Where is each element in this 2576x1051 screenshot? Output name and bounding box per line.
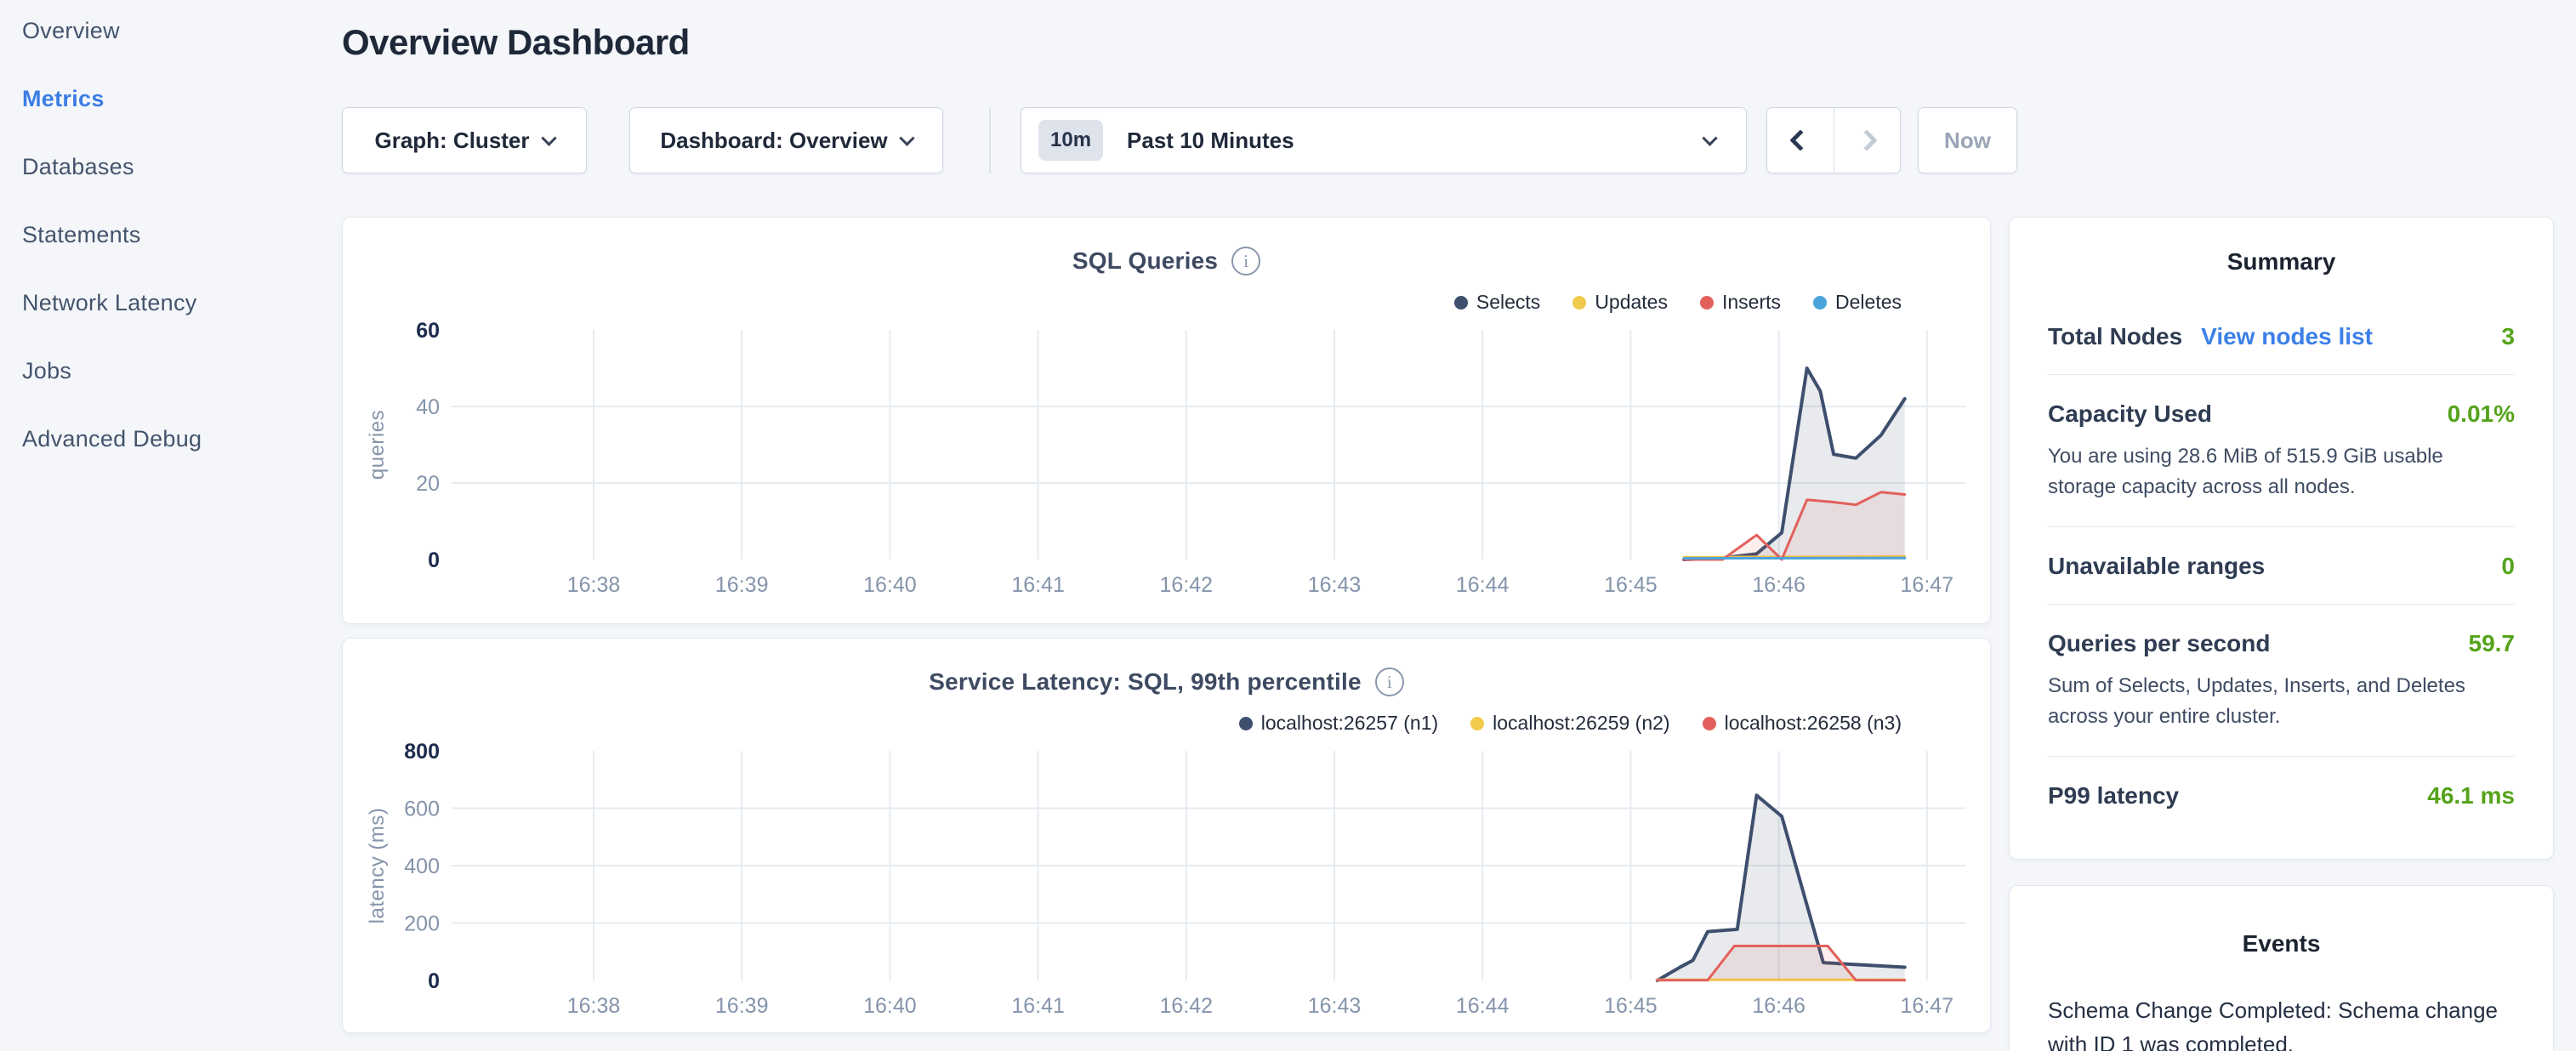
page-title: Overview Dashboard — [342, 22, 690, 63]
svg-text:16:42: 16:42 — [1160, 994, 1214, 1018]
summary-row-p99-latency: P99 latency 46.1 ms — [2048, 757, 2515, 833]
summary-value: 0 — [2501, 553, 2515, 580]
summary-label: Capacity Used — [2048, 401, 2212, 428]
svg-text:16:46: 16:46 — [1752, 994, 1805, 1018]
app-root: Overview Metrics Databases Statements Ne… — [0, 0, 2576, 1051]
svg-text:40: 40 — [416, 395, 440, 419]
controls-bar: Graph: Cluster Dashboard: Overview 10m P… — [342, 107, 2017, 173]
summary-panel: Summary Total Nodes View nodes list 3 Ca… — [2009, 217, 2554, 860]
svg-text:16:44: 16:44 — [1456, 994, 1510, 1018]
summary-description: You are using 28.6 MiB of 515.9 GiB usab… — [2048, 441, 2515, 503]
sidebar-item-network-latency[interactable]: Network Latency — [22, 291, 340, 315]
sidebar-item-advanced-debug[interactable]: Advanced Debug — [22, 427, 340, 451]
controls-divider — [989, 107, 991, 173]
charts-column: SQL Queries SelectsUpdatesInsertsDeletes… — [342, 217, 1991, 1033]
svg-text:16:38: 16:38 — [567, 573, 621, 597]
summary-row-total-nodes: Total Nodes View nodes list 3 — [2048, 298, 2515, 375]
svg-text:0: 0 — [428, 969, 440, 993]
svg-text:16:47: 16:47 — [1901, 573, 1954, 597]
summary-heading: Summary — [2048, 248, 2515, 276]
range-label: Past 10 Minutes — [1127, 128, 1294, 154]
svg-text:16:42: 16:42 — [1160, 573, 1214, 597]
svg-text:16:40: 16:40 — [863, 573, 917, 597]
svg-text:16:43: 16:43 — [1308, 573, 1362, 597]
svg-text:16:41: 16:41 — [1011, 573, 1065, 597]
summary-row-queries-per-second: Queries per second 59.7 Sum of Selects, … — [2048, 605, 2515, 757]
summary-label: Unavailable ranges — [2048, 553, 2265, 580]
sql-queries-plot[interactable]: 16:38 16:39 16:40 16:41 16:42 16:43 16:44 16:45… — [343, 218, 1990, 623]
sidebar-item-jobs[interactable]: Jobs — [22, 359, 340, 383]
svg-text:16:43: 16:43 — [1308, 994, 1362, 1018]
svg-text:16:45: 16:45 — [1604, 994, 1658, 1018]
summary-description: Sum of Selects, Updates, Inserts, and De… — [2048, 671, 2515, 732]
svg-text:16:45: 16:45 — [1604, 573, 1658, 597]
next-range-button[interactable] — [1834, 108, 1901, 173]
right-column: Summary Total Nodes View nodes list 3 Ca… — [2009, 217, 2554, 1051]
event-item: Schema Change Completed: Schema change w… — [2048, 993, 2515, 1051]
summary-value: 59.7 — [2469, 630, 2516, 657]
dashboard-select-label: Dashboard: Overview — [660, 128, 887, 154]
summary-value: 46.1 ms — [2427, 782, 2515, 810]
svg-text:16:47: 16:47 — [1901, 994, 1954, 1018]
svg-text:600: 600 — [404, 798, 440, 821]
sidebar-item-statements[interactable]: Statements — [22, 223, 340, 247]
time-range-dropdown[interactable]: 10m Past 10 Minutes — [1021, 107, 1747, 173]
view-nodes-list-link[interactable]: View nodes list — [2201, 323, 2373, 350]
svg-text:latency (ms): latency (ms) — [366, 808, 389, 924]
summary-value: 3 — [2501, 323, 2515, 350]
svg-text:20: 20 — [416, 472, 440, 496]
chevron-down-icon — [899, 130, 914, 145]
prev-range-button[interactable] — [1767, 108, 1834, 173]
svg-text:16:39: 16:39 — [715, 573, 769, 597]
svg-text:800: 800 — [404, 740, 440, 764]
chevron-right-icon — [1857, 129, 1878, 151]
svg-text:0: 0 — [428, 548, 440, 572]
svg-text:60: 60 — [416, 319, 440, 343]
svg-text:200: 200 — [404, 912, 440, 936]
summary-label: Queries per second — [2048, 630, 2270, 657]
service-latency-card: Service Latency: SQL, 99th percentile lo… — [342, 638, 1991, 1033]
events-panel: Events Schema Change Completed: Schema c… — [2009, 885, 2554, 1051]
range-badge: 10m — [1038, 120, 1103, 161]
summary-row-unavailable-ranges: Unavailable ranges 0 — [2048, 527, 2515, 605]
svg-text:16:46: 16:46 — [1752, 573, 1805, 597]
events-heading: Events — [2048, 930, 2515, 957]
graph-select-label: Graph: Cluster — [374, 128, 529, 154]
chevron-down-icon — [541, 130, 556, 145]
event-message: Schema Change Completed: Schema change w… — [2048, 993, 2515, 1051]
now-button[interactable]: Now — [1918, 107, 2017, 173]
chevron-left-icon — [1789, 129, 1811, 151]
time-step-buttons — [1766, 107, 1901, 173]
summary-label: P99 latency — [2048, 782, 2179, 810]
svg-text:400: 400 — [404, 855, 440, 878]
summary-row-capacity-used: Capacity Used 0.01% You are using 28.6 M… — [2048, 375, 2515, 527]
sidebar-item-databases[interactable]: Databases — [22, 155, 340, 179]
svg-text:16:38: 16:38 — [567, 994, 621, 1018]
sql-queries-card: SQL Queries SelectsUpdatesInsertsDeletes… — [342, 217, 1991, 624]
svg-text:16:39: 16:39 — [715, 994, 769, 1018]
sidebar: Overview Metrics Databases Statements Ne… — [0, 0, 340, 1051]
dashboard-select-dropdown[interactable]: Dashboard: Overview — [629, 107, 943, 173]
service-latency-plot[interactable]: 16:38 16:39 16:40 16:41 16:42 16:43 16:44 16:45… — [343, 639, 1990, 1032]
svg-text:16:44: 16:44 — [1456, 573, 1510, 597]
graph-select-dropdown[interactable]: Graph: Cluster — [342, 107, 587, 173]
summary-value: 0.01% — [2448, 401, 2515, 428]
chevron-down-icon — [1702, 130, 1717, 145]
svg-text:16:41: 16:41 — [1011, 994, 1065, 1018]
summary-label: Total Nodes — [2048, 323, 2182, 350]
svg-text:16:40: 16:40 — [863, 994, 917, 1018]
svg-text:queries: queries — [366, 410, 389, 480]
sidebar-item-overview[interactable]: Overview — [22, 19, 340, 43]
sidebar-item-metrics[interactable]: Metrics — [22, 87, 340, 111]
